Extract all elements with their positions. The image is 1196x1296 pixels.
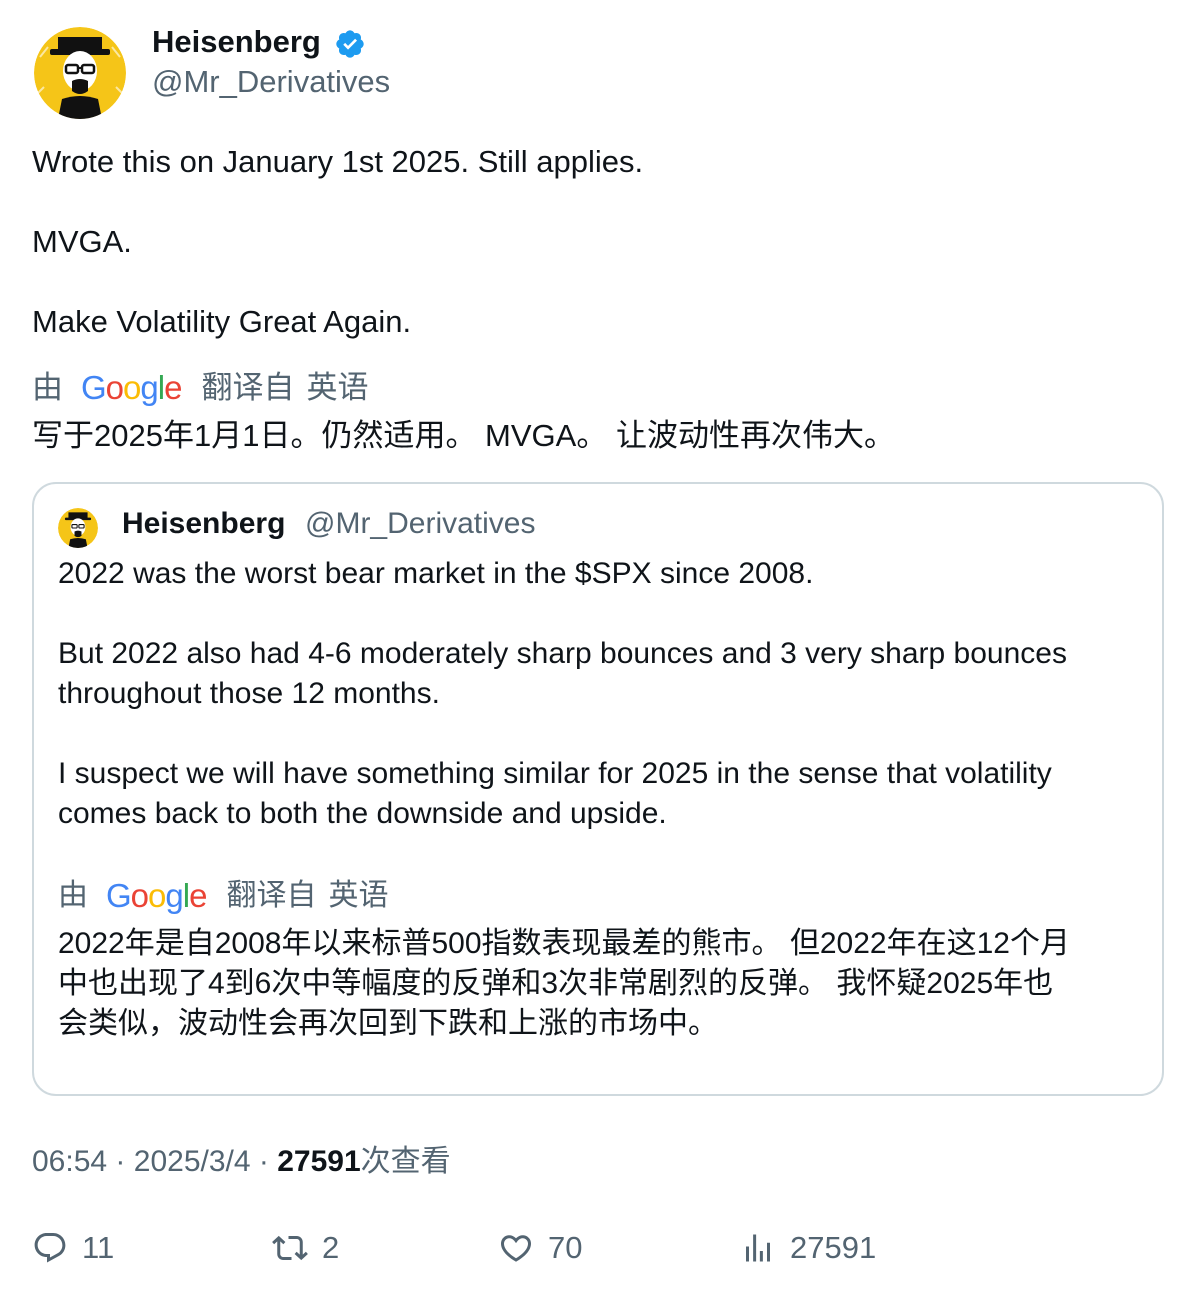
heisenberg-avatar-image [34,27,126,119]
tweet-text-line: Wrote this on January 1st 2025. Still ap… [32,144,644,179]
quoted-translated-line: 会类似，波动性会再次回到下跌和上涨的市场中。 [58,1007,718,1040]
author-name[interactable]: Heisenberg [152,22,321,62]
like-button[interactable]: 70 [498,1228,582,1268]
quoted-translated-line: 2022年是自2008年以来标普500指数表现最差的熊市。 但2022年在这12… [58,927,1070,960]
author-handle[interactable]: @Mr_Derivatives [152,62,390,102]
quoted-author-avatar [58,508,98,548]
meta-separator: · [115,1145,126,1178]
tweet-text-line: Make Volatility Great Again. [32,304,412,339]
views-count: 27591 [277,1145,361,1178]
tweet-date[interactable]: 2025/3/4 [134,1145,251,1178]
meta-separator: · [258,1145,269,1178]
translation-attribution: 由 Google 翻译自 英语 [32,368,368,408]
views-icon [746,1234,770,1262]
tweet-text-line: MVGA. [32,224,132,259]
translation-prefix: 由 [58,879,88,912]
google-logo: Google [81,369,182,406]
quoted-translation-attribution: 由 Google 翻译自 英语 [58,876,388,916]
author-avatar[interactable] [34,27,126,119]
like-count: 70 [548,1230,583,1265]
translation-suffix: 翻译自 [201,370,295,405]
quoted-text-line: comes back to both the downside and upsi… [58,797,667,830]
repost-count: 2 [322,1230,340,1265]
like-icon [500,1235,532,1262]
quoted-text-line: 2022 was the worst bear market in the $S… [58,557,814,590]
heisenberg-avatar-image [58,508,98,548]
translation-language: 英语 [328,879,389,912]
tweet-time[interactable]: 06:54 [32,1145,107,1178]
reply-button[interactable]: 11 [32,1228,114,1268]
views-label: 次查看 [360,1145,451,1178]
quoted-translated-line: 中也出现了4到6次中等幅度的反弹和3次非常剧烈的反弹。 我怀疑2025年也 [58,967,1054,1000]
repost-icon [272,1235,308,1261]
google-logo: Google [106,877,207,914]
verified-badge-icon[interactable] [334,28,366,60]
quoted-author-handle: @Mr_Derivatives [305,507,536,540]
quoted-text-line: But 2022 also had 4-6 moderately sharp b… [58,637,1067,670]
translated-text: 写于2025年1月1日。仍然适用。 MVGA。 让波动性再次伟大。 [32,418,895,453]
reply-count: 11 [82,1230,115,1265]
quoted-text-line: I suspect we will have something similar… [58,757,1052,790]
tweet-meta: 06:54 · 2025/3/4 · 27591次查看 [32,1142,451,1182]
views-count-action: 27591 [790,1230,877,1265]
repost-button[interactable]: 2 [272,1228,339,1268]
views-button[interactable]: 27591 [740,1228,876,1268]
translation-prefix: 由 [32,370,63,405]
reply-icon [34,1233,66,1263]
quoted-author-name: Heisenberg [122,507,286,540]
quoted-text-line: throughout those 12 months. [58,677,440,710]
translation-language: 英语 [306,370,369,405]
translation-suffix: 翻译自 [226,879,317,912]
